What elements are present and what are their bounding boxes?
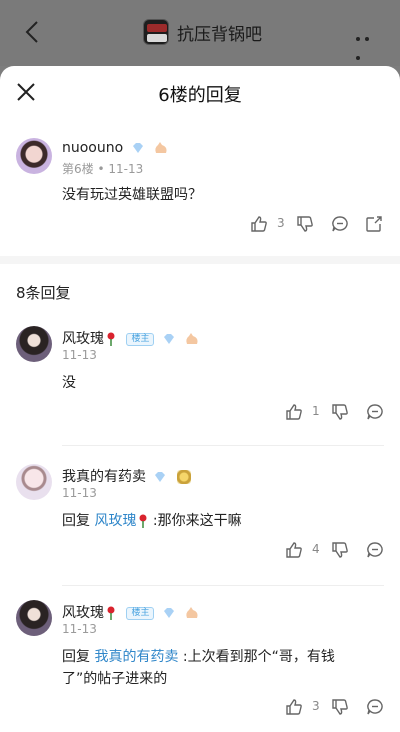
forum-title[interactable]: 抗压背锅吧 [177,20,262,45]
dislike-icon[interactable] [331,403,349,421]
dislike-icon[interactable] [331,698,349,716]
reply-text: :那你来这干嘛 [152,513,242,529]
sheet-header: 6楼的回复 [0,66,400,118]
reply-line-1: 回复 我真的有药卖 :上次看到那个“哥，有钱 [62,646,382,668]
sheet-title: 6楼的回复 [158,85,242,106]
reply-separator [62,585,384,586]
forum-logo [143,19,169,45]
comment-icon[interactable] [331,215,349,233]
post-date: 11-13 [108,162,144,176]
avatar[interactable] [16,464,52,500]
post-meta: 第6楼 • 11-13 [62,160,143,177]
share-icon[interactable] [365,215,383,233]
post-author: nuoouno [62,140,168,156]
rose-icon [107,606,115,620]
vip-diamond-icon [132,143,143,153]
like-count: 4 [312,542,320,556]
avatar[interactable] [16,138,52,174]
username[interactable]: 风玫瑰 [62,605,104,621]
dislike-icon[interactable] [296,215,314,233]
level-badge-icon [176,470,191,484]
like-count: 3 [277,216,285,230]
level-hand-icon [186,333,198,344]
reply-actions: 4 [285,541,385,561]
reply-author: 我真的有药卖 [62,466,191,486]
dislike-icon[interactable] [331,541,349,559]
reply-author: 风玫瑰 楼主 [62,328,199,348]
host-badge: 楼主 [126,606,155,620]
like-icon[interactable] [250,215,268,233]
vip-diamond-icon [163,334,174,344]
avatar[interactable] [16,326,52,362]
meta-dot: • [97,162,105,176]
reply-prefix: 回复 [62,649,90,665]
reply-date: 11-13 [62,348,97,362]
level-hand-icon [155,142,167,153]
reply-content: 没 [62,375,76,391]
post-actions: 3 [250,215,385,235]
section-divider [0,256,400,264]
level-hand-icon [186,607,198,618]
reply-count: 8条回复 [16,284,71,302]
reply-separator [62,445,384,446]
like-count: 3 [312,699,320,713]
forum-header: 抗压背锅吧 [0,0,400,66]
reply-date: 11-13 [62,622,97,636]
like-icon[interactable] [285,541,303,559]
username[interactable]: 我真的有药卖 [62,469,146,485]
username[interactable]: 风玫瑰 [62,331,104,347]
vip-diamond-icon [163,608,174,618]
reply-line-2: 了”的帖子进来的 [62,671,168,687]
vip-diamond-icon [155,472,166,482]
reply-text: :上次看到那个“哥，有钱 [182,649,335,665]
reply-sheet: 6楼的回复 nuoouno 第6楼 • 11-13 没有玩过英雄联盟吗？ 3 8… [0,66,400,732]
more-icon[interactable] [356,26,382,60]
post-content: 没有玩过英雄联盟吗？ [62,187,202,203]
comment-icon[interactable] [366,403,384,421]
reply-author: 风玫瑰 楼主 [62,602,199,622]
username[interactable]: nuoouno [62,140,123,156]
avatar[interactable] [16,600,52,636]
reply-actions: 3 [285,698,385,718]
like-icon[interactable] [285,403,303,421]
reply-target-link[interactable]: 风玫瑰 [94,513,136,529]
host-badge: 楼主 [126,332,155,346]
reply-content: 回复 我真的有药卖 :上次看到那个“哥，有钱 了”的帖子进来的 [62,646,382,690]
reply-content: 回复 风玫瑰 :那你来这干嘛 [62,510,242,532]
comment-icon[interactable] [366,698,384,716]
rose-icon [139,514,147,528]
reply-actions: 1 [285,403,385,423]
floor-label: 第6楼 [62,162,94,176]
reply-prefix: 回复 [62,513,90,529]
reply-target-link[interactable]: 我真的有药卖 [94,649,178,665]
comment-icon[interactable] [366,541,384,559]
reply-date: 11-13 [62,486,97,500]
back-icon[interactable] [20,18,46,46]
rose-icon [107,332,115,346]
like-count: 1 [312,404,320,418]
like-icon[interactable] [285,698,303,716]
